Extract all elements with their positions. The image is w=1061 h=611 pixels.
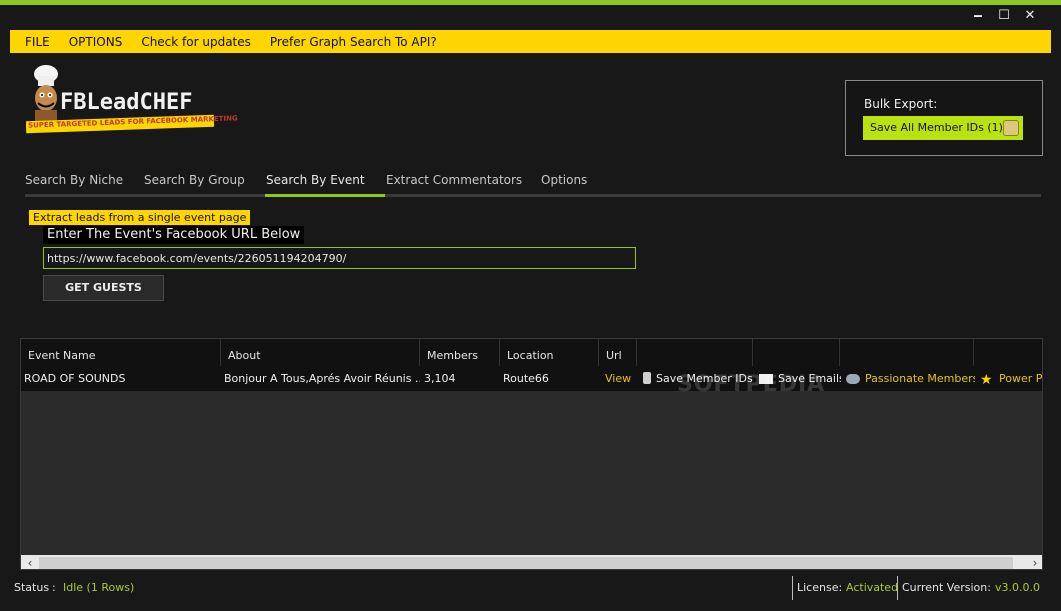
power-players-label: Power Pla <box>999 372 1043 385</box>
active-tab-indicator <box>265 194 385 197</box>
table-header: Event Name About Members Location Url <box>21 339 1042 366</box>
menu-options[interactable]: OPTIONS <box>69 35 123 49</box>
column-header-save-emails[interactable] <box>753 339 840 366</box>
scroll-right-icon[interactable]: › <box>1028 556 1042 569</box>
scrollbar-thumb[interactable] <box>39 557 1013 569</box>
scroll-left-icon[interactable]: ‹ <box>23 556 37 569</box>
status-separator: : <box>52 581 56 594</box>
tab-extract-commentators[interactable]: Extract Commentators <box>386 173 522 187</box>
logo-title: FBLeadCHEF <box>60 90 193 115</box>
event-url-input[interactable] <box>43 247 636 269</box>
trash-icon <box>643 372 651 384</box>
cell-event-name: ROAD OF SOUNDS <box>24 372 126 385</box>
export-icon <box>1003 120 1019 136</box>
passionate-members-label: Passionate Members <box>865 372 975 385</box>
bulk-export-label: Bulk Export: <box>864 97 938 111</box>
save-all-member-ids-label: Save All Member IDs (1) <box>870 121 1003 134</box>
menu-bar: FILE OPTIONS Check for updates Prefer Gr… <box>10 30 1051 53</box>
maximize-icon[interactable]: ☐ <box>991 8 1017 24</box>
tab-search-by-niche[interactable]: Search By Niche <box>25 173 123 187</box>
tab-search-by-event[interactable]: Search By Event <box>266 173 365 187</box>
save-all-member-ids-button[interactable]: Save All Member IDs (1) <box>863 116 1023 140</box>
cell-about: Bonjour A Tous,Aprés Avoir Réunis ... <box>224 372 420 385</box>
horizontal-scrollbar[interactable]: ‹ › <box>21 555 1042 569</box>
status-divider <box>897 576 898 600</box>
view-link[interactable]: View <box>602 366 638 391</box>
menu-prefer-graph-search[interactable]: Prefer Graph Search To API? <box>270 35 437 49</box>
status-bar: Status : Idle (1 Rows) License: Activate… <box>0 576 1061 602</box>
version-label: Current Version: <box>902 581 991 594</box>
app-logo: FBLeadCHEF SUPER TARGETED LEADS FOR FACE… <box>25 62 238 134</box>
tab-search-by-group[interactable]: Search By Group <box>144 173 245 187</box>
section-badge: Extract leads from a single event page <box>29 210 251 225</box>
status-divider <box>792 576 793 600</box>
column-header-url[interactable]: Url <box>599 339 637 366</box>
column-header-save-member-ids[interactable] <box>637 339 753 366</box>
cell-members: 3,104 <box>424 372 456 385</box>
star-icon: ★ <box>980 372 993 388</box>
get-guests-button[interactable]: GET GUESTS <box>43 275 164 301</box>
cell-location: Route66 <box>503 372 549 385</box>
table-row[interactable]: ROAD OF SOUNDS Bonjour A Tous,Aprés Avoi… <box>21 366 1043 391</box>
tab-options[interactable]: Options <box>541 173 587 187</box>
license-label: License: <box>797 581 843 594</box>
column-header-power-players[interactable] <box>974 339 1042 366</box>
passionate-members-button[interactable]: Passionate Members <box>843 366 975 391</box>
license-value: Activated <box>846 581 899 594</box>
column-header-event-name[interactable]: Event Name <box>21 339 221 366</box>
column-header-passionate-members[interactable] <box>840 339 974 366</box>
menu-check-updates[interactable]: Check for updates <box>141 35 251 49</box>
column-header-location[interactable]: Location <box>500 339 599 366</box>
column-header-members[interactable]: Members <box>420 339 500 366</box>
results-table: Event Name About Members Location Url RO… <box>20 338 1043 570</box>
window-top-accent <box>0 0 1061 5</box>
users-icon <box>846 374 860 384</box>
status-value: Idle (1 Rows) <box>63 581 135 594</box>
tab-bar: Search By Niche Search By Group Search B… <box>25 170 1041 197</box>
bulk-export-panel: Bulk Export: Save All Member IDs (1) <box>845 80 1043 156</box>
minimize-icon[interactable]: 🗕 <box>965 8 991 24</box>
menu-file[interactable]: FILE <box>25 35 50 49</box>
window-controls: 🗕 ☐ ✕ <box>965 8 1043 24</box>
version-value: v3.0.0.0 <box>995 581 1040 594</box>
tab-track <box>25 194 1041 197</box>
status-label: Status <box>14 581 50 594</box>
power-players-button[interactable]: ★ Power Pla <box>977 366 1043 391</box>
close-icon[interactable]: ✕ <box>1017 8 1043 24</box>
softpedia-watermark: SOFTPEDIA <box>677 372 826 397</box>
column-header-about[interactable]: About <box>221 339 420 366</box>
url-heading: Enter The Event's Facebook URL Below <box>43 226 305 244</box>
